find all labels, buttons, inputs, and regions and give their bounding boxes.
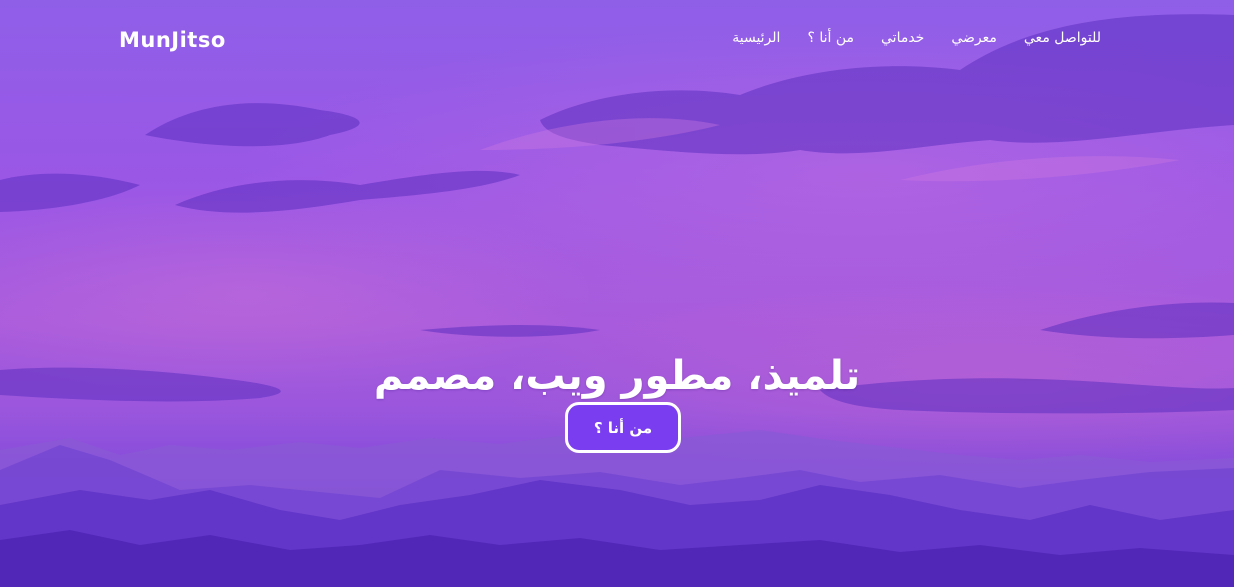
hero-section: MunJitso الرئيسية من أنا ؟ خدماتي معرضي … — [0, 0, 1234, 587]
nav-item-portfolio[interactable]: معرضي — [951, 30, 997, 46]
navbar: MunJitso الرئيسية من أنا ؟ خدماتي معرضي … — [0, 0, 1234, 80]
nav-item-services[interactable]: خدماتي — [881, 30, 924, 46]
site-logo[interactable]: MunJitso — [119, 28, 226, 52]
nav-item-home[interactable]: الرئيسية — [732, 30, 780, 46]
hero-headline: تلميذ، مطور ويب، مصمم — [373, 352, 861, 399]
nav-item-about[interactable]: من أنا ؟ — [807, 30, 854, 46]
about-me-button[interactable]: من أنا ؟ — [565, 402, 681, 453]
nav-links: الرئيسية من أنا ؟ خدماتي معرضي للتواصل م… — [732, 30, 1101, 46]
nav-item-contact[interactable]: للتواصل معي — [1024, 30, 1101, 46]
mountains-illustration — [0, 430, 1234, 587]
